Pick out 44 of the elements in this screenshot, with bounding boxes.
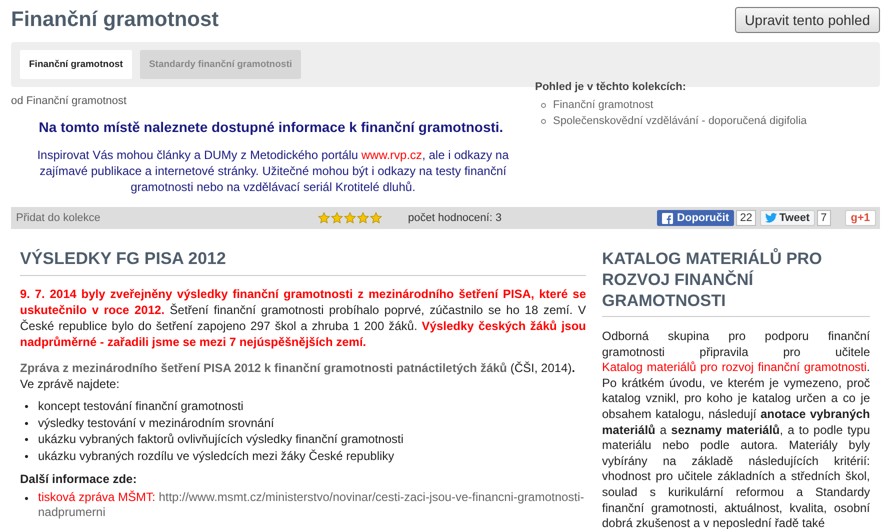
- star-icon[interactable]: [331, 212, 343, 224]
- bullet-icon: [25, 405, 28, 408]
- text-link[interactable]: Katalog materiálů pro rozvoj finanční gramotnosti: [602, 360, 867, 374]
- collections-title: Pohled je v těchto kolekcích:: [535, 81, 687, 93]
- document-link[interactable]: Zpráva z mezinárodního šetření PISA 2012 k finanční gramotnosti patnáctiletých žáků: [20, 361, 508, 375]
- collection-link[interactable]: Finanční gramotnost: [553, 99, 654, 111]
- share-count: 22: [736, 210, 756, 226]
- plus-one-button[interactable]: g+1: [844, 210, 876, 226]
- bullet-icon: [25, 438, 28, 441]
- facebook-icon: [662, 212, 674, 224]
- collection-link[interactable]: Společenskovědní vzdělávání - doporučená digifolia: [553, 115, 807, 127]
- section-heading: KATALOG MATERIÁLŮ PRO ROZVOJ FINANČNÍ GRAMOTNOSTI: [602, 249, 870, 317]
- star-icon[interactable]: [344, 212, 356, 224]
- bullet-icon: [25, 422, 28, 424]
- bird-icon: [765, 213, 778, 223]
- star-icon[interactable]: [357, 212, 369, 224]
- tab[interactable]: Finanční gramotnost: [20, 50, 132, 79]
- bullet-icon: [541, 119, 546, 124]
- bullet-icon: [25, 497, 28, 500]
- edit-view-button[interactable]: Upravit tento pohled: [734, 7, 880, 33]
- bullet-icon: [25, 454, 28, 458]
- list-item: ukázku vybraných rozdílu ve výsledcích mezi žáky České republiky: [38, 448, 394, 462]
- star-icon[interactable]: [370, 212, 382, 224]
- tweet-button[interactable]: Tweet: [760, 210, 815, 226]
- link-item: tisková zpráva MŠMT: http://www.msmt.cz/ministerstvo/novinar/cesti-zaci-jsou-ve-financni-gramotnosti-nadprumerni: [38, 490, 586, 520]
- share-count: 7: [816, 210, 831, 226]
- author-label: od Finanční gramotnost: [11, 95, 128, 107]
- add-to-collection-link[interactable]: Přidat do kolekce: [11, 212, 318, 224]
- intro-paragraph: Inspirovat Vás mohou články a DUMy z Metodického portálu www.rvp.cz, ale i odkazy na zajímavé publikace a internetové stránky. Užitečné mohou být i odkazy na testy finanční gramotnosti nebo na vzdělávací seriál Krotitelé dluhů.: [36, 147, 510, 195]
- section-heading: VÝSLEDKY FG PISA 2012: [20, 249, 586, 276]
- list-item: výsledky testování v mezinárodním srovnání: [38, 416, 274, 430]
- subheading: Další informace zde:: [20, 472, 138, 486]
- star-icon[interactable]: [318, 212, 330, 224]
- like-button[interactable]: Doporučit: [657, 210, 734, 226]
- rating-count: počet hodnocení: 3: [408, 212, 503, 224]
- paragraph: 9. 7. 2014 byly zveřejněny výsledky finanční gramotnosti z mezinárodního šetření PISA, které se uskutečnilo v roce 2012. Šetření finanční gramotnosti probíhalo poprvé, zúčastnilo se ho 18 zemí. V České republice bylo do šetření zapojeno 297 škol a zhruba 1 200 žáků. Výsledky českých žáků jsou nadprůměrné - zařadili jsme se mezi 7 nejúspěšnějších zemí.: [20, 286, 586, 350]
- list-item: ukázku vybraných faktorů ovlivňujících výsledky finanční gramotnosti: [38, 432, 404, 446]
- intro-heading: Na tomto místě naleznete dostupné informace k finanční gramotnosti.: [38, 119, 504, 135]
- bullet-icon: [541, 103, 546, 108]
- paragraph: Zpráva z mezinárodního šetření PISA 2012 k finanční gramotnosti patnáctiletých žáků (ČŠI, 2014). Ve zprávě najdete:: [20, 360, 576, 392]
- text-link[interactable]: www.rvp.cz: [361, 148, 422, 162]
- page-title: Finanční gramotnost: [11, 8, 219, 32]
- list-item: koncept testování finanční gramotnosti: [38, 399, 244, 413]
- text-link[interactable]: tisková zpráva MŠMT:: [38, 490, 156, 504]
